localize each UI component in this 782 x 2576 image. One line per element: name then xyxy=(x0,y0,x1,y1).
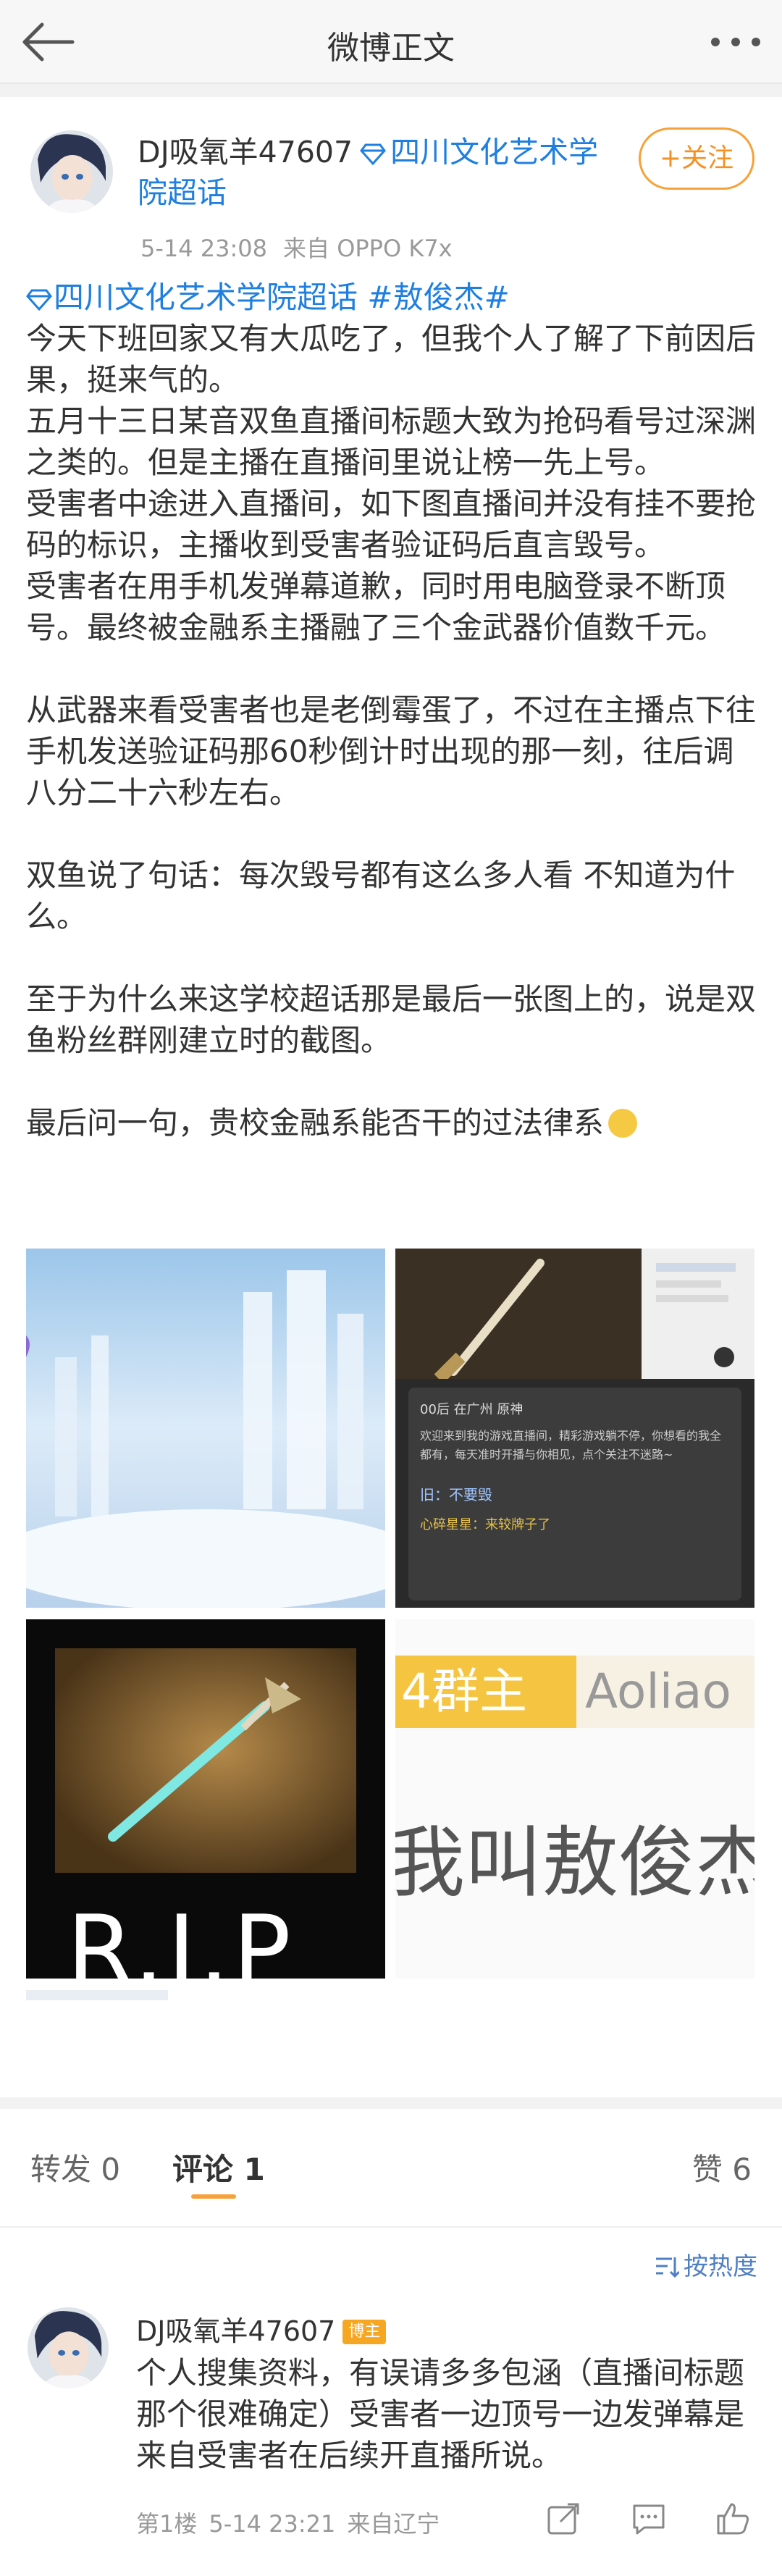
page-title: 微博正文 xyxy=(327,30,455,67)
badge-right: Aoliao xyxy=(585,1664,731,1719)
commenter-name-row: DJ吸氧羊47607 博主 xyxy=(136,2309,387,2349)
sort-icon xyxy=(656,2257,679,2278)
commenter-name[interactable]: DJ吸氧羊47607 xyxy=(136,2315,335,2347)
reply-icon[interactable] xyxy=(630,2500,668,2538)
more-options-icon[interactable] xyxy=(708,23,763,61)
live-chat-card: 00后 在广州 原神 欢迎来到我的游戏直播间，精彩游戏躺不停，你想看的我全都有，… xyxy=(408,1388,741,1600)
post-paragraph: 从武器来看受害者也是老倒霉蛋了，不过在主播点下往手机发送验证码那60秒倒计时出现… xyxy=(26,692,757,810)
post-source: 来自 OPPO K7x xyxy=(283,235,453,262)
post-paragraph: 双鱼说了句话：每次毁号都有这么多人看 不知道为什么。 xyxy=(26,857,736,934)
top-bar: 微博正文 xyxy=(0,0,782,84)
grin-emoji-icon xyxy=(608,1109,638,1138)
post-paragraph: 今天下班回家又有大瓜吃了，但我个人了解了下前因后果，挺来气的。 xyxy=(26,321,757,398)
comment-floor: 第1楼 xyxy=(136,2510,198,2538)
supertopic-diamond-icon xyxy=(360,143,387,165)
sort-by-hot-button[interactable]: 按热度 xyxy=(655,2246,757,2282)
post-paragraph: 受害者在用手机发弹幕道歉，同时用电脑登录不断顶号。最终被金融系主播融了三个金武器… xyxy=(26,569,726,645)
post-image-2[interactable]: 00后 在广州 原神 欢迎来到我的游戏直播间，精彩游戏躺不停，你想看的我全都有，… xyxy=(395,1249,754,1608)
follow-button[interactable]: +关注 xyxy=(639,127,754,190)
supertopic-tag[interactable]: 四川文化艺术学院超话 xyxy=(26,280,358,315)
author-badge: 博主 xyxy=(342,2320,387,2344)
big-name-text: 我叫敖俊杰 xyxy=(395,1818,754,1908)
post-paragraph-last: 最后问一句，贵校金融系能否干的过法律系 xyxy=(26,1102,757,1144)
active-tab-indicator xyxy=(191,2194,236,2199)
author-line: DJ吸氧羊47607 四川文化艺术学院超话 xyxy=(138,132,615,213)
author-name[interactable]: DJ吸氧羊47607 xyxy=(138,135,353,169)
badge-left: 4群主 xyxy=(395,1656,576,1728)
image-overflow-strip xyxy=(26,1990,168,2000)
group-badge: 4群主 Aoliao xyxy=(395,1656,754,1728)
hashtag-link[interactable]: #敖俊杰# xyxy=(367,280,509,315)
post-image-4[interactable]: 4群主 Aoliao 我叫敖俊杰 xyxy=(395,1619,754,1979)
commenter-avatar[interactable] xyxy=(28,2307,109,2388)
comment-text: 个人搜集资料，有误请多多包涵（直播间标题那个很难确定）受害者一边顶号一边发弹幕是… xyxy=(136,2355,745,2473)
comments-section: 按热度 DJ吸氧羊47607 博主 个人搜集资料，有误请多多包涵（直播间标题那个很… xyxy=(0,2226,782,2576)
tab-repost[interactable]: 转发 0 xyxy=(30,2145,120,2189)
author-avatar[interactable] xyxy=(30,130,113,213)
chat-line: 心碎星星：来较牌子了 xyxy=(420,1517,550,1532)
post-paragraph: 五月十三日某音双鱼直播间标题大致为抢码看号过深渊之类的。但是主播在直播间里说让榜… xyxy=(26,403,757,480)
like-icon[interactable] xyxy=(714,2500,752,2538)
post-action-bar: 转发 0 评论 1 赞 6 xyxy=(0,2097,782,2226)
post-image-3[interactable]: R.I.P xyxy=(26,1619,385,1979)
post-paragraph: 受害者中途进入直播间，如下图直播间并没有挂不要抢码的标识，主播收到受害者验证码后… xyxy=(26,486,757,563)
sort-label: 按热度 xyxy=(684,2252,757,2281)
comment-location: 来自辽宁 xyxy=(347,2510,440,2538)
post-tags: 四川文化艺术学院超话 #敖俊杰# xyxy=(26,277,757,318)
post-body: 四川文化艺术学院超话 #敖俊杰# 今天下班回家又有大瓜吃了，但我个人了解了下前因… xyxy=(26,277,757,1144)
chat-user: 00后 在广州 原神 xyxy=(420,1402,524,1417)
chat-welcome: 欢迎来到我的游戏直播间，精彩游戏躺不停，你想看的我全都有，每天准时开播与你相见，… xyxy=(420,1429,722,1461)
post-paragraph: 至于为什么来这学校超话那是最后一张图上的，说是双鱼粉丝群刚建立时的截图。 xyxy=(26,981,757,1058)
supertopic-diamond-icon xyxy=(26,289,52,311)
post-meta: 5-14 23:08 来自 OPPO K7x xyxy=(140,230,453,264)
post-image-1[interactable] xyxy=(26,1249,385,1608)
comment-time: 5-14 23:21 xyxy=(209,2510,336,2538)
comment-meta: 第1楼 5-14 23:21 来自辽宁 xyxy=(136,2506,440,2539)
repost-icon[interactable] xyxy=(545,2500,582,2538)
chat-line: 旧：不要毁 xyxy=(420,1486,492,1503)
post-time: 5-14 23:08 xyxy=(140,235,268,262)
tab-likes[interactable]: 赞 6 xyxy=(692,2145,752,2189)
rip-text: R.I.P xyxy=(67,1895,294,1979)
tab-comments[interactable]: 评论 1 xyxy=(172,2145,265,2189)
